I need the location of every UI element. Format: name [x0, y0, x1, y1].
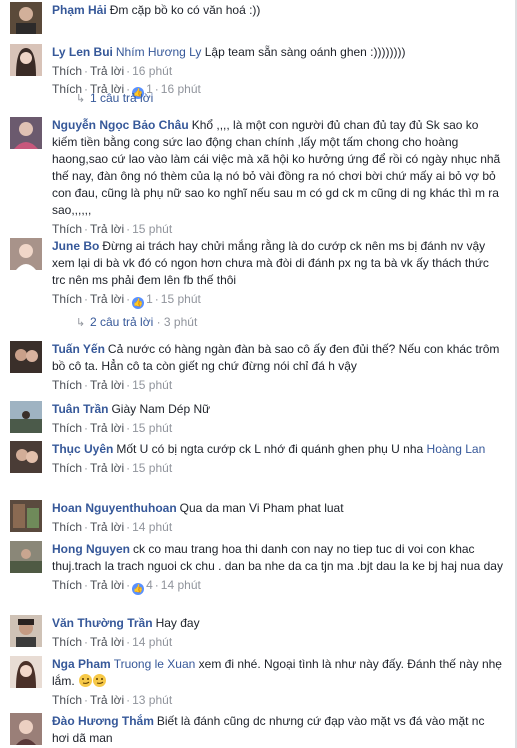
reply-link[interactable]: Trả lời [90, 461, 124, 475]
commenter-name[interactable]: Nga Pham [52, 657, 111, 671]
comment-actions: Thích · Trả lời · 16 phút [52, 64, 173, 78]
comment-text: Hay đay [155, 616, 200, 630]
view-replies-link[interactable]: ↳ 2 câu trả lời · 3 phút [76, 314, 197, 331]
comment-time[interactable]: 13 phút [132, 693, 172, 707]
avatar[interactable] [10, 713, 42, 745]
commenter-name[interactable]: Tuân Trần [52, 402, 108, 416]
reply-link[interactable]: Trả lời [90, 222, 124, 236]
like-link[interactable]: Thích [52, 64, 82, 78]
comment-item: Đào Hương Thắm Biết là đánh cũng dc nhưng… [10, 713, 505, 748]
reaction-count[interactable]: 4 [146, 578, 153, 592]
comment-time[interactable]: 16 phút [161, 82, 201, 96]
commenter-name[interactable]: Phạm Hải [52, 3, 107, 17]
comment-time[interactable]: 15 phút [132, 378, 172, 392]
commenter-name[interactable]: Thục Uyên [52, 442, 113, 456]
comment-text: Qua da man Vi Pham phat luat [179, 501, 344, 515]
comment-item: June Bo Đừng ai trách hay chửi mắng rằng … [10, 238, 505, 309]
comment-actions: Thích · Trả lời · 15 phút [52, 421, 173, 435]
comment-time[interactable]: 14 phút [132, 635, 172, 649]
reply-link[interactable]: Trả lời [90, 635, 124, 649]
comment-actions: Thích · Trả lời · 13 phút [52, 693, 173, 707]
comment-text: Đm cặp bồ ko có văn hoá :)) [109, 3, 261, 17]
like-link[interactable]: Thích [52, 693, 82, 707]
reaction-count[interactable]: 1 [146, 292, 153, 306]
comment-actions: Thích · Trả lời · 15 phút [52, 461, 173, 475]
avatar[interactable] [10, 656, 42, 688]
comment-item: Ly Len Bui Nhím Hương Ly Lập team sẵn sàn… [10, 44, 505, 99]
comment-item: Hoan Nguyenthuhoan Qua da man Vi Pham pha… [10, 500, 505, 534]
avatar[interactable] [10, 341, 42, 373]
like-reaction-icon[interactable]: 👍 [132, 297, 145, 309]
comment-text: Lập team sẵn sàng oánh ghen :)))))))) [204, 45, 406, 59]
comment-item: Văn Thường Trần Hay đay Thích · Trả lời · 14 … [10, 615, 505, 649]
like-link[interactable]: Thích [52, 292, 82, 306]
reply-arrow-icon: ↳ [76, 93, 86, 105]
commenter-name[interactable]: Ly Len Bui [52, 45, 113, 59]
avatar[interactable] [10, 238, 42, 270]
reply-link[interactable]: Trả lời [90, 292, 124, 306]
commenter-name[interactable]: Tuấn Yến [52, 342, 105, 356]
like-link[interactable]: Thích [52, 461, 82, 475]
comment-item: Hong Nguyen ck co mau trang hoa thi danh … [10, 541, 505, 609]
comment-item: Nga Pham Truong le Xuan xem đi nhé. Ngoại… [10, 656, 505, 707]
avatar[interactable] [10, 117, 42, 149]
reply-link[interactable]: Trả lời [90, 378, 124, 392]
comment-time[interactable]: 15 phút [132, 461, 172, 475]
comment-time[interactable]: 15 phút [132, 421, 172, 435]
comment-text: Khổ ,,,, là một con người đủ chan đủ tay… [52, 118, 501, 217]
comment-item: Tuấn Yến Cả nước có hàng ngàn đàn bà sao … [10, 341, 505, 393]
like-link[interactable]: Thích [52, 421, 82, 435]
commenter-name[interactable]: June Bo [52, 239, 99, 253]
comment-text: Đừng ai trách hay chửi mắng rằng là do c… [52, 239, 489, 287]
avatar[interactable] [10, 401, 42, 433]
avatar[interactable] [10, 541, 42, 573]
comment-time[interactable]: 16 phút [132, 64, 172, 78]
mention-link[interactable]: Nhím Hương Ly [116, 45, 201, 59]
commenter-name[interactable]: Nguyễn Ngọc Bảo Châu [52, 118, 189, 132]
comment-time[interactable]: 14 phút [132, 520, 172, 534]
comment-actions: Thích · Trả lời · 👍 1 · 15 phút [52, 292, 201, 309]
comment-actions: Thích · Trả lời · 14 phút [52, 635, 173, 649]
smirk-emoji-icon [93, 674, 107, 687]
avatar[interactable] [10, 44, 42, 76]
avatar[interactable] [10, 2, 42, 34]
commenter-name[interactable]: Hoan Nguyenthuhoan [52, 501, 177, 515]
comment-actions: Thích · Trả lời · 15 phút [52, 222, 173, 236]
comment-text: Mốt U có bị ngta cướp ck L nhớ đi quánh … [116, 442, 424, 456]
mention-link[interactable]: Hoàng Lan [427, 442, 486, 456]
avatar[interactable] [10, 500, 42, 532]
commenter-name[interactable]: Hong Nguyen [52, 542, 130, 556]
reply-link[interactable]: Trả lời [90, 693, 124, 707]
comment-time[interactable]: 15 phút [132, 222, 172, 236]
like-link[interactable]: Thích [52, 520, 82, 534]
comment-time[interactable]: 14 phút [161, 578, 201, 592]
avatar[interactable] [10, 441, 42, 473]
mention-link[interactable]: Truong le Xuan [114, 657, 196, 671]
comment-item: Tuân Trần Giày Nam Dép Nữ Thích · Trả lời · 1… [10, 401, 505, 435]
commenter-name[interactable]: Văn Thường Trần [52, 616, 153, 630]
reply-link[interactable]: Trả lời [90, 520, 124, 534]
avatar[interactable] [10, 615, 42, 647]
like-link[interactable]: Thích [52, 222, 82, 236]
comment-item: Thục Uyên Mốt U có bị ngta cướp ck L nhớ … [10, 441, 505, 493]
like-link[interactable]: Thích [52, 578, 82, 592]
like-link[interactable]: Thích [52, 635, 82, 649]
like-link[interactable]: Thích [52, 378, 82, 392]
comment-item: Nguyễn Ngọc Bảo Châu Khổ ,,,, là một con … [10, 117, 505, 236]
like-reaction-icon[interactable]: 👍 [132, 583, 145, 595]
reply-arrow-icon: ↳ [76, 317, 86, 329]
comment-actions: Thích · Trả lời · 14 phút [52, 520, 173, 534]
reply-link[interactable]: Trả lời [90, 64, 124, 78]
reply-link[interactable]: Trả lời [90, 578, 124, 592]
comment-item: Phạm Hải Đm cặp bồ ko có văn hoá :)) [10, 2, 505, 36]
smirk-emoji-icon [79, 674, 93, 687]
reply-link[interactable]: Trả lời [90, 421, 124, 435]
comment-text: Giày Nam Dép Nữ [111, 402, 211, 416]
view-replies-link[interactable]: ↳ 1 câu trả lời [76, 90, 153, 107]
comment-text: Cả nước có hàng ngàn đàn bà sao cô ấy đe… [52, 342, 500, 373]
commenter-name[interactable]: Đào Hương Thắm [52, 714, 154, 728]
comment-actions: Thích · Trả lời · 👍 4 · 14 phút [52, 578, 201, 595]
comment-actions: Thích · Trả lời · 15 phút [52, 378, 173, 392]
comment-time[interactable]: 15 phút [161, 292, 201, 306]
